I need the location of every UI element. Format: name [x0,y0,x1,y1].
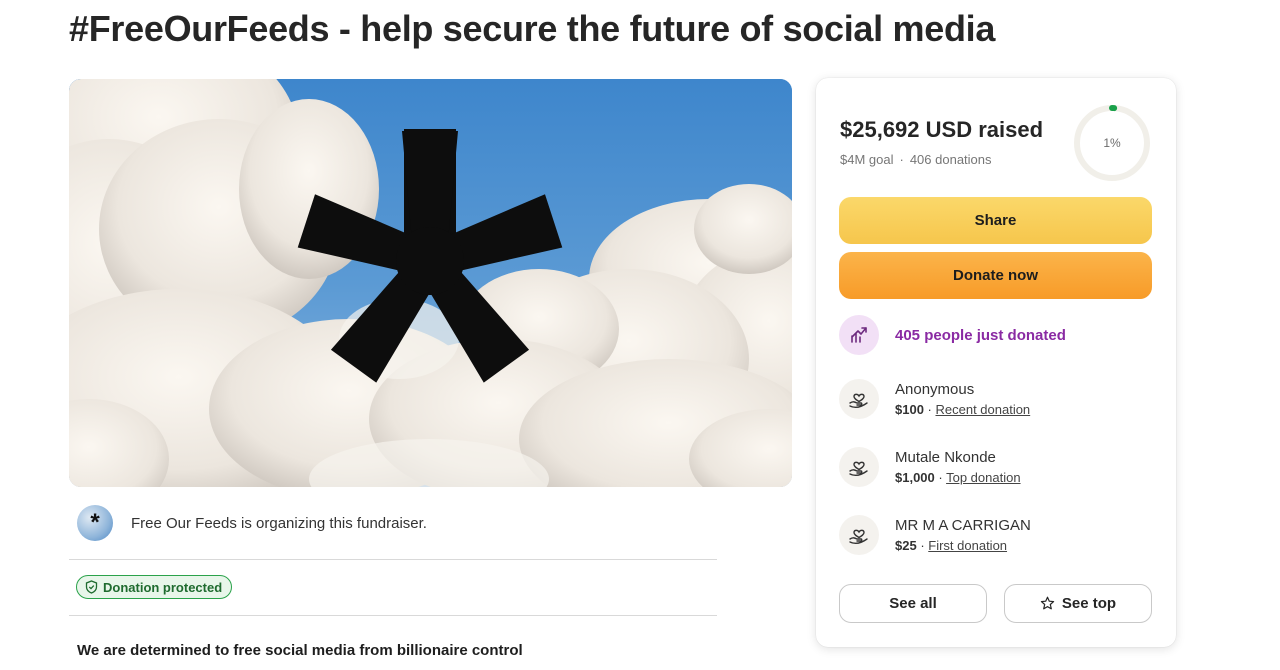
donor-name: MR M A CARRIGAN [895,516,1031,534]
heart-in-hand-icon [839,447,879,487]
separator: · [923,401,936,417]
progress-percent: 1% [1103,136,1121,150]
see-top-label: See top [1061,595,1117,612]
donation-amount: $25 [895,537,917,553]
amount-raised: $25,692 USD raised [840,117,1044,142]
heart-in-hand-icon [839,379,879,419]
hero-image [69,79,792,487]
organizer-row: * Free Our Feeds is organizing this fund… [77,504,717,542]
donation-item: MR M A CARRIGAN $25 · First donation [839,513,1031,557]
fundraiser-page: #FreeOurFeeds - help secure the future o… [0,0,1280,670]
donation-activity: 405 people just donated [839,315,1066,355]
separator: · [916,537,929,553]
divider [69,615,717,616]
page-title: #FreeOurFeeds - help secure the future o… [69,8,996,49]
donation-amount: $1,000 [895,469,935,485]
donation-type-link[interactable]: Top donation [946,470,1020,485]
donation-type-link[interactable]: First donation [928,538,1007,553]
donation-type-link[interactable]: Recent donation [935,402,1030,417]
separator: · [899,152,904,167]
separator: · [934,469,947,485]
donation-amount: $100 [895,401,924,417]
cloud-sky-illustration [69,79,792,487]
heart-in-hand-icon [839,515,879,555]
donor-name: Anonymous [895,380,975,398]
star-icon [1040,596,1055,610]
see-all-label: See all [889,595,937,612]
trending-up-icon [839,315,879,355]
story-heading: We are determined to free social media f… [77,642,523,659]
donate-now-button[interactable]: Donate now [839,252,1152,299]
donor-name: Mutale Nkonde [895,448,996,466]
share-button[interactable]: Share [839,197,1152,244]
donation-count: 406 donations [909,152,992,167]
badge-label: Donation protected [103,579,223,595]
avatar[interactable]: * [77,505,113,541]
goal-amount: $4M goal [840,152,894,167]
donation-card: $25,692 USD raised $4M goal · 406 donation… [816,78,1176,647]
recent-donors-count: 405 people just donated [895,326,1066,344]
shield-icon [85,580,98,594]
donation-protected-badge[interactable]: Donation protected [76,575,233,599]
divider [69,559,717,560]
see-top-button[interactable]: See top [1004,584,1152,623]
donation-item: Anonymous $100 · Recent donation [839,377,1030,421]
goal-summary: $4M goal · 406 donations [840,152,992,167]
see-all-button[interactable]: See all [839,584,987,623]
donation-item: Mutale Nkonde $1,000 · Top donation [839,445,1021,489]
organizer-text: Free Our Feeds is organizing this fundra… [131,514,427,532]
